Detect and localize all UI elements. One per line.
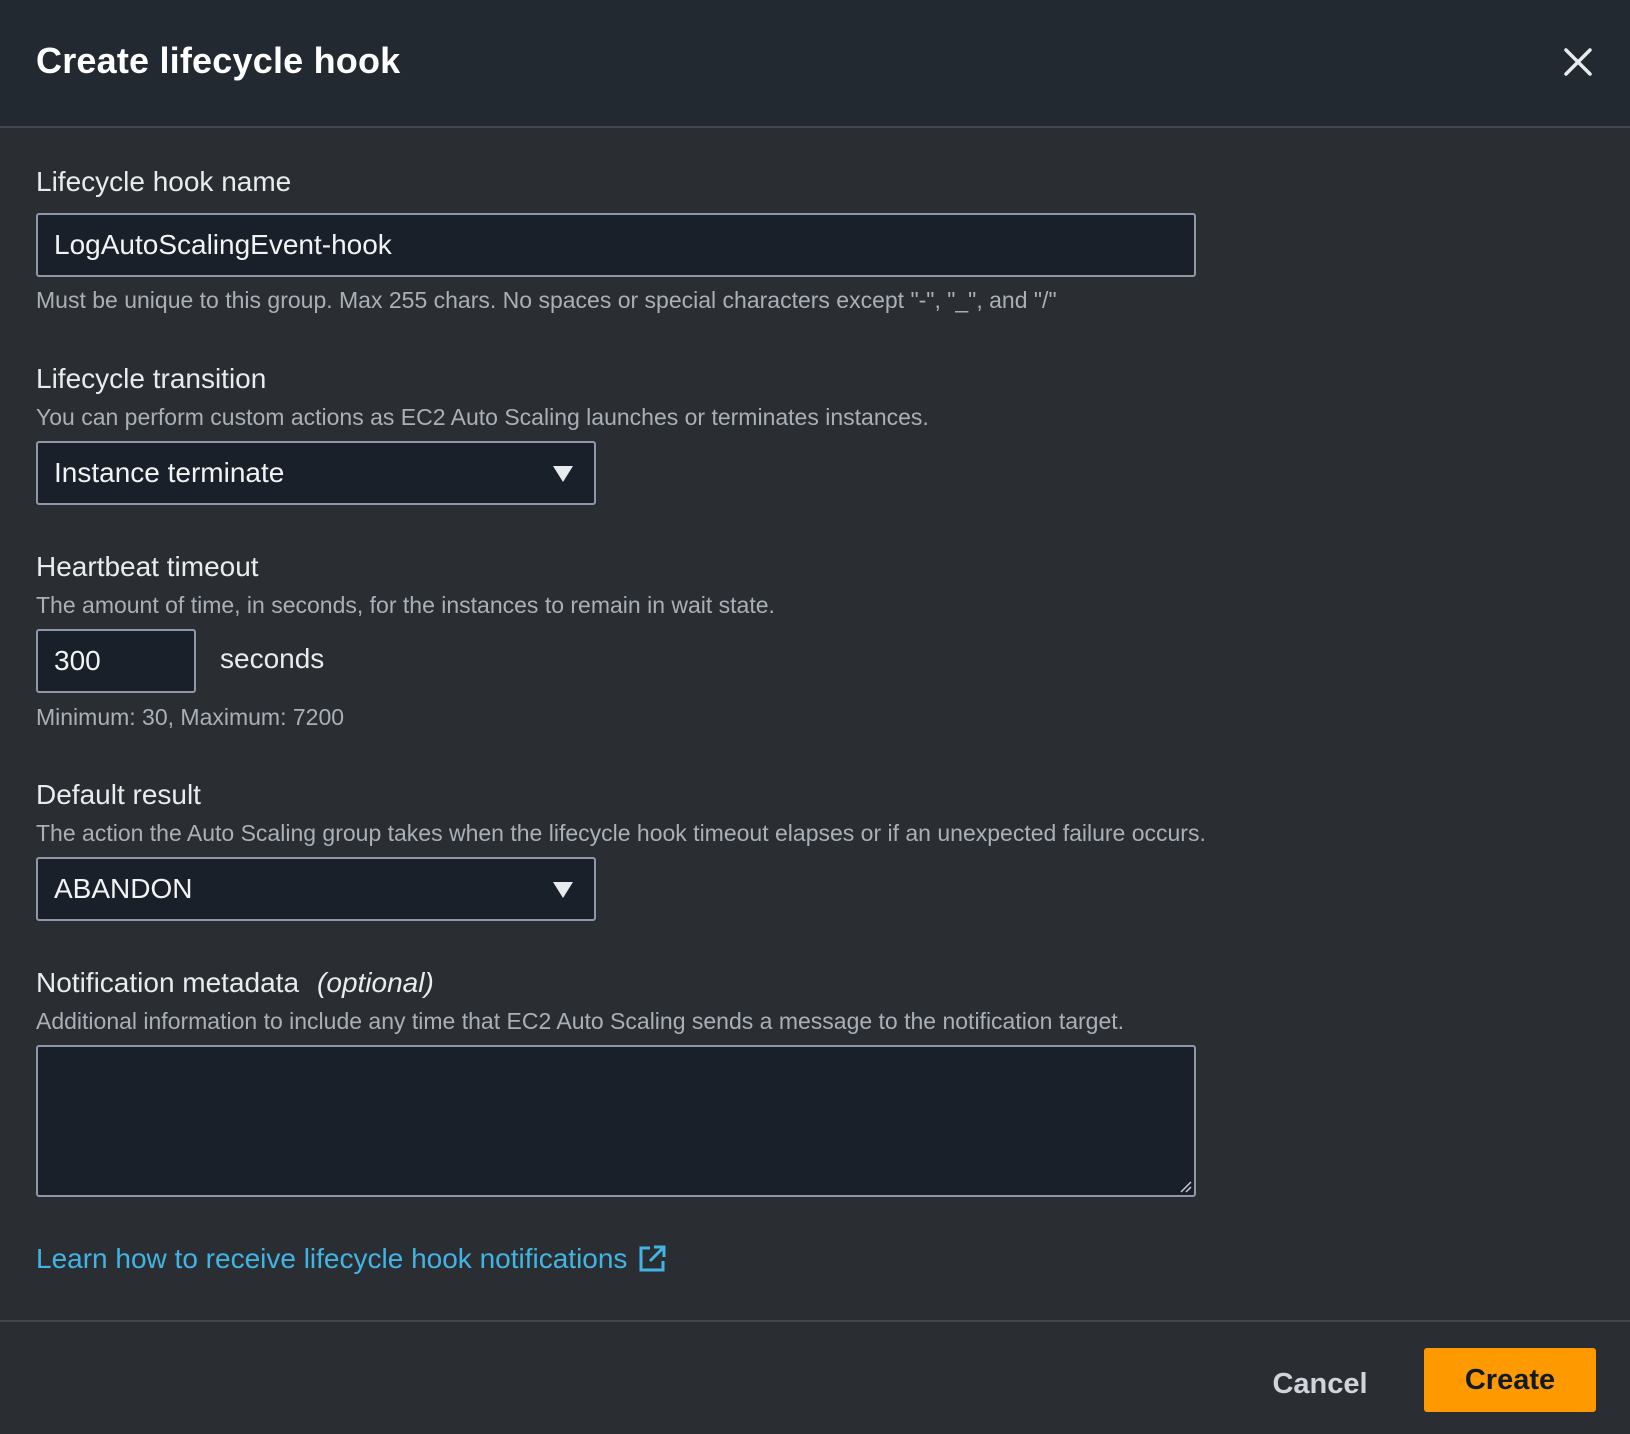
learn-link-text: Learn how to receive lifecycle hook noti… [36,1243,628,1274]
heartbeat-description: The amount of time, in seconds, for the … [36,592,775,618]
modal-header: Create lifecycle hook [0,0,1630,128]
create-button[interactable]: Create [1424,1348,1596,1412]
heartbeat-unit: seconds [220,643,325,674]
caret-down-icon [553,466,573,482]
metadata-textarea[interactable] [36,1045,1196,1197]
cancel-button[interactable]: Cancel [1260,1358,1380,1410]
metadata-label: Notification metadata (optional) [36,967,434,999]
optional-tag: (optional) [317,967,434,998]
metadata-description: Additional information to include any ti… [36,1008,1125,1034]
hook-name-constraint: Must be unique to this group. Max 255 ch… [36,287,1057,313]
default-result-description: The action the Auto Scaling group takes … [36,820,1206,846]
heartbeat-constraint: Minimum: 30, Maximum: 7200 [36,704,345,730]
resize-grip-icon[interactable] [1180,1181,1192,1193]
transition-select[interactable]: Instance terminate [36,441,596,505]
transition-description: You can perform custom actions as EC2 Au… [36,404,929,430]
heartbeat-timeout-input[interactable] [36,629,196,693]
metadata-label-text: Notification metadata [36,967,300,998]
transition-selected-value: Instance terminate [54,457,285,488]
close-button[interactable] [1558,42,1598,82]
default-result-select[interactable]: ABANDON [36,857,596,921]
heartbeat-label: Heartbeat timeout [36,551,259,582]
create-lifecycle-hook-modal: Create lifecycle hook Lifecycle hook nam… [0,0,1630,1434]
transition-label: Lifecycle transition [36,363,267,394]
modal-title: Create lifecycle hook [36,40,401,81]
external-link-icon [637,1244,667,1274]
modal-footer: Cancel Create [0,1320,1630,1434]
learn-notifications-link[interactable]: Learn how to receive lifecycle hook noti… [36,1243,667,1275]
hook-name-input[interactable] [36,213,1196,277]
close-icon [1564,48,1592,76]
default-result-selected-value: ABANDON [54,873,193,904]
hook-name-label: Lifecycle hook name [36,166,292,197]
caret-down-icon [553,882,573,898]
default-result-label: Default result [36,779,201,810]
